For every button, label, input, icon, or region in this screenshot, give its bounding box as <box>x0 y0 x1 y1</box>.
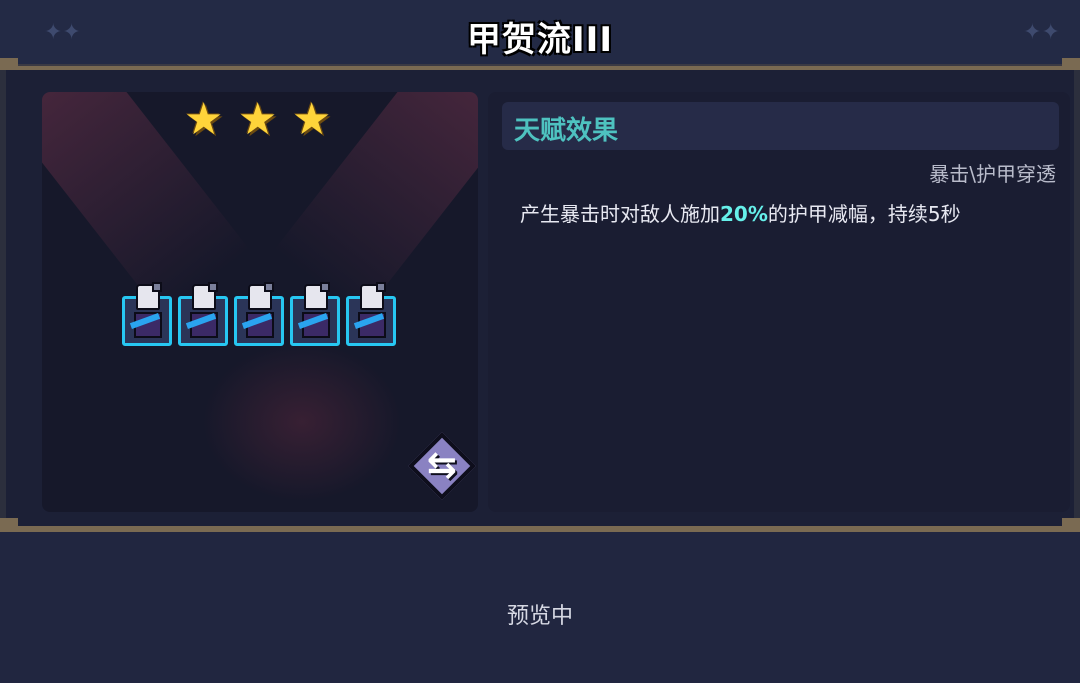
ninja-unit-icon <box>290 282 340 346</box>
game-window: ✦✦ 甲贺流III ✦✦ ★ ★ ★ ⇆ 天赋效果 暴击\护甲穿透 产生暴击时对… <box>0 0 1080 683</box>
ninja-unit-icon <box>346 282 396 346</box>
ninja-unit-icon <box>234 282 284 346</box>
swap-button[interactable]: ⇆ <box>404 428 480 504</box>
swap-arrows-icon: ⇆ <box>426 445 458 486</box>
talent-section-title: 天赋效果 <box>514 116 619 146</box>
desc-text: 产生暴击时对敌人施加 <box>520 202 720 226</box>
unit-lineup <box>122 282 396 346</box>
spotlight-floor <box>202 342 402 502</box>
star-icon: ★ <box>184 94 224 145</box>
star-icon: ★ <box>238 94 278 145</box>
talent-panel: 天赋效果 暴击\护甲穿透 产生暴击时对敌人施加20%的护甲减幅，持续5秒 <box>488 92 1070 512</box>
header-bar: ✦✦ 甲贺流III ✦✦ <box>0 0 1080 70</box>
talent-tags: 暴击\护甲穿透 <box>929 162 1056 186</box>
ninja-unit-icon <box>122 282 172 346</box>
talent-title-bar: 天赋效果 <box>502 102 1059 150</box>
header-ornament-right: ✦✦ <box>1023 20 1060 45</box>
footer-bar: 预览中 <box>0 526 1080 683</box>
page-title: 甲贺流III <box>467 20 613 60</box>
preview-status: 预览中 <box>506 604 573 629</box>
ninja-unit-icon <box>178 282 228 346</box>
star-rating: ★ ★ ★ <box>184 98 336 142</box>
talent-description: 产生暴击时对敌人施加20%的护甲减幅，持续5秒 <box>520 198 961 227</box>
desc-highlight-value: 20% <box>720 202 768 226</box>
desc-text: 的护甲减幅，持续5秒 <box>767 202 961 226</box>
star-icon: ★ <box>292 94 332 145</box>
